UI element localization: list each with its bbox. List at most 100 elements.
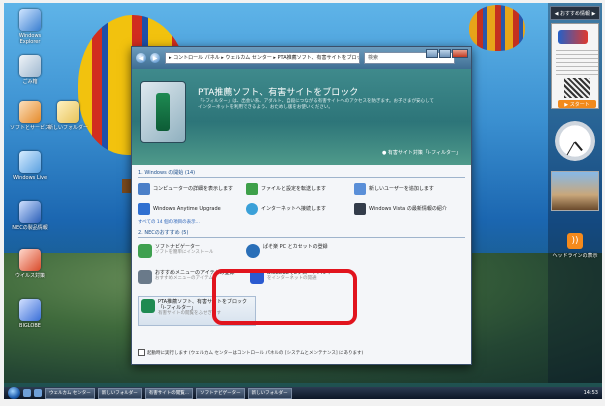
welcome-hero-banner: PTA推薦ソフト、有害サイトをブロック 「i-フィルター」は、出会い系、アダルト… bbox=[132, 69, 471, 165]
offer-item-i-filter[interactable]: PTA推薦ソフト、有害サイトをブロック「i-フィルター」 有害サイトの閲覧をふせぎ… bbox=[138, 296, 256, 326]
offer-subtitle: をインターネットの開通 bbox=[267, 276, 317, 281]
task-item[interactable]: インターネットへ接続します bbox=[246, 200, 354, 218]
rss-icon: )) bbox=[567, 233, 583, 249]
hero-detail-link[interactable]: ● 有害サイト対策「i-フィルター」 bbox=[382, 149, 461, 156]
desktop-icon[interactable]: ウイルス対策 bbox=[10, 249, 50, 279]
sidebar-header[interactable]: ◀ おすすめ情報 ▶ bbox=[550, 6, 600, 20]
hero-title: PTA推薦ソフト、有害サイトをブロック bbox=[198, 88, 359, 98]
section-heading[interactable]: 1. Windows の開始 (14) bbox=[138, 169, 465, 178]
startup-checkbox-label: 起動時に実行します (ウェルカム センターはコントロール パネルの [システムと… bbox=[147, 350, 364, 356]
taskbar-button[interactable]: 有害サイトの閲覧... bbox=[144, 387, 194, 399]
window-controls bbox=[425, 49, 468, 58]
startup-checkbox[interactable] bbox=[138, 349, 145, 356]
minimize-button[interactable] bbox=[426, 49, 438, 58]
software-navigator-icon bbox=[138, 244, 152, 258]
offer-item[interactable]: BIGLOBEでEブロードバンド をインターネットの開通 bbox=[250, 270, 356, 292]
offer-item[interactable]: おすすめメニューのアイテムの登録 おすすめメニューのアイテム bbox=[138, 270, 248, 292]
task-item[interactable]: ファイルと設定を転送します bbox=[246, 180, 354, 198]
offer-item[interactable]: ぱそ楽 PC とカセットの登録 bbox=[246, 244, 352, 266]
desktop-screen: Windows Explorer ごみ箱 ソフトとサービス 新しいフォルダー W… bbox=[4, 3, 602, 399]
taskbar-button[interactable]: ソフトナビゲーター bbox=[196, 387, 245, 399]
startup-checkbox-row[interactable]: 起動時に実行します (ウェルカム センターはコントロール パネルの [システムと… bbox=[138, 349, 363, 356]
desktop-icon[interactable]: ソフトとサービス bbox=[10, 101, 50, 131]
computer-icon bbox=[138, 183, 150, 195]
folder-icon bbox=[57, 101, 79, 123]
users-icon bbox=[354, 183, 366, 195]
clock-minute-hand bbox=[566, 141, 575, 156]
cassette-register-icon bbox=[246, 244, 260, 258]
quick-launch-icon[interactable] bbox=[34, 389, 42, 397]
desktop-icon-label: ごみ箱 bbox=[22, 79, 38, 85]
transfer-icon bbox=[246, 183, 258, 195]
vista-info-icon bbox=[354, 203, 366, 215]
welcome-center-window: ◀ ▶ ▸ コントロール パネル ▸ ウェルカム センター ▸ PTA推薦ソフト… bbox=[131, 46, 472, 365]
close-button[interactable] bbox=[452, 49, 468, 58]
address-bar[interactable]: ▸ コントロール パネル ▸ ウェルカム センター ▸ PTA推薦ソフト、有害サ… bbox=[165, 52, 360, 64]
hero-description: 「i-フィルター」は、出会い系、アダルト、自殺につながる有害サイトへのアクセスを… bbox=[198, 99, 434, 110]
offer-subtitle: 有害サイトの閲覧をふせぎます bbox=[158, 311, 221, 316]
task-item[interactable]: Windows Vista の最新情報の紹介 bbox=[354, 200, 462, 218]
taskbar-button[interactable]: 新しいフォルダー bbox=[247, 387, 292, 399]
desktop-icon-label: BIGLOBE bbox=[19, 323, 41, 329]
taskbar-button[interactable]: 新しいフォルダー bbox=[97, 387, 142, 399]
gadget-logo bbox=[558, 30, 588, 44]
windows-sidebar: ◀ おすすめ情報 ▶ ▶ スタート )) ヘッドラインの表示 bbox=[548, 3, 602, 383]
offer-item[interactable]: ソフトナビゲーター ソフトを簡単にインストール bbox=[138, 244, 244, 266]
task-label: コンピューターの詳細を表示します bbox=[153, 186, 234, 192]
desktop-icon-image bbox=[19, 249, 41, 271]
desktop-icon[interactable]: ごみ箱 bbox=[10, 55, 50, 85]
taskbar: ウェルカム センター 新しいフォルダー 有害サイトの閲覧... ソフトナビゲータ… bbox=[4, 387, 602, 399]
desktop-icon-label: 新しいフォルダー bbox=[48, 125, 89, 131]
i-filter-icon bbox=[141, 299, 155, 313]
nec-recommend-section: 2. NECのおすすめ (5) ソフトナビゲーター ソフトを簡単にインストール ぱ… bbox=[138, 225, 465, 326]
desktop-icon[interactable]: NECの製品情報 bbox=[10, 201, 50, 231]
system-tray-clock[interactable]: 14:53 bbox=[584, 390, 598, 396]
desktop-icon-label: ウイルス対策 bbox=[14, 273, 45, 279]
task-item[interactable]: Windows Anytime Upgrade bbox=[138, 200, 246, 218]
i-filter-logo-mark bbox=[156, 93, 170, 131]
desktop-icon-image bbox=[19, 299, 41, 321]
window-toolbar: ◀ ▶ ▸ コントロール パネル ▸ ウェルカム センター ▸ PTA推薦ソフト… bbox=[132, 47, 471, 69]
i-filter-logo bbox=[140, 81, 186, 143]
menu-register-icon bbox=[138, 270, 152, 284]
clock-gadget[interactable] bbox=[555, 121, 595, 161]
desktop-icon-label: ソフトとサービス bbox=[10, 125, 51, 131]
offer-title: PTA推薦ソフト、有害サイトをブロック「i-フィルター」 bbox=[158, 299, 248, 311]
task-label: 新しいユーザーを追加します bbox=[369, 186, 434, 192]
biglobe-icon bbox=[250, 270, 264, 284]
task-item[interactable]: 新しいユーザーを追加します bbox=[354, 180, 462, 198]
slideshow-gadget[interactable] bbox=[551, 171, 599, 211]
rss-caption: ヘッドラインの表示 bbox=[552, 253, 598, 259]
task-label: Windows Anytime Upgrade bbox=[153, 206, 221, 212]
desktop-icon-image bbox=[19, 101, 41, 123]
hot-air-balloon-small bbox=[469, 5, 525, 51]
gadget-text-lines bbox=[556, 50, 598, 76]
offer-grid: ソフトナビゲーター ソフトを簡単にインストール ぱそ楽 PC とカセットの登録 お… bbox=[138, 240, 465, 326]
maximize-button[interactable] bbox=[439, 49, 451, 58]
desktop-icon-label: Windows Live bbox=[12, 175, 48, 181]
desktop-icon-image bbox=[19, 9, 41, 31]
section-heading[interactable]: 2. NECのおすすめ (5) bbox=[138, 229, 465, 238]
gadget-start-button[interactable]: ▶ スタート bbox=[558, 100, 596, 108]
start-button[interactable] bbox=[8, 387, 20, 399]
clock-hour-hand bbox=[574, 141, 583, 152]
desktop-icon-image bbox=[19, 151, 41, 173]
gadget-image bbox=[564, 78, 590, 98]
news-gadget[interactable]: ▶ スタート bbox=[551, 23, 599, 109]
desktop-icon[interactable]: Windows Explorer bbox=[10, 9, 50, 45]
desktop-icon-label: Windows Explorer bbox=[18, 33, 42, 45]
windows-logo-icon bbox=[138, 203, 150, 215]
desktop-icon[interactable]: BIGLOBE bbox=[10, 299, 50, 329]
feed-headlines-gadget[interactable]: )) ヘッドラインの表示 bbox=[551, 233, 599, 275]
task-item[interactable]: コンピューターの詳細を表示します bbox=[138, 180, 246, 198]
offer-title: ぱそ楽 PC とカセットの登録 bbox=[263, 244, 328, 250]
forward-arrow-icon[interactable]: ▶ bbox=[150, 53, 160, 63]
taskbar-button[interactable]: ウェルカム センター bbox=[45, 387, 95, 399]
task-label: インターネットへ接続します bbox=[261, 206, 327, 212]
desktop-icon[interactable]: 新しいフォルダー bbox=[48, 101, 88, 131]
quick-launch-icon[interactable] bbox=[23, 389, 31, 397]
back-arrow-icon[interactable]: ◀ bbox=[136, 53, 146, 63]
windows-start-section: 1. Windows の開始 (14) コンピューターの詳細を表示します ファイ… bbox=[138, 165, 465, 225]
desktop-icon[interactable]: Windows Live bbox=[10, 151, 50, 181]
task-grid: コンピューターの詳細を表示します ファイルと設定を転送します 新しいユーザーを追… bbox=[138, 178, 465, 218]
